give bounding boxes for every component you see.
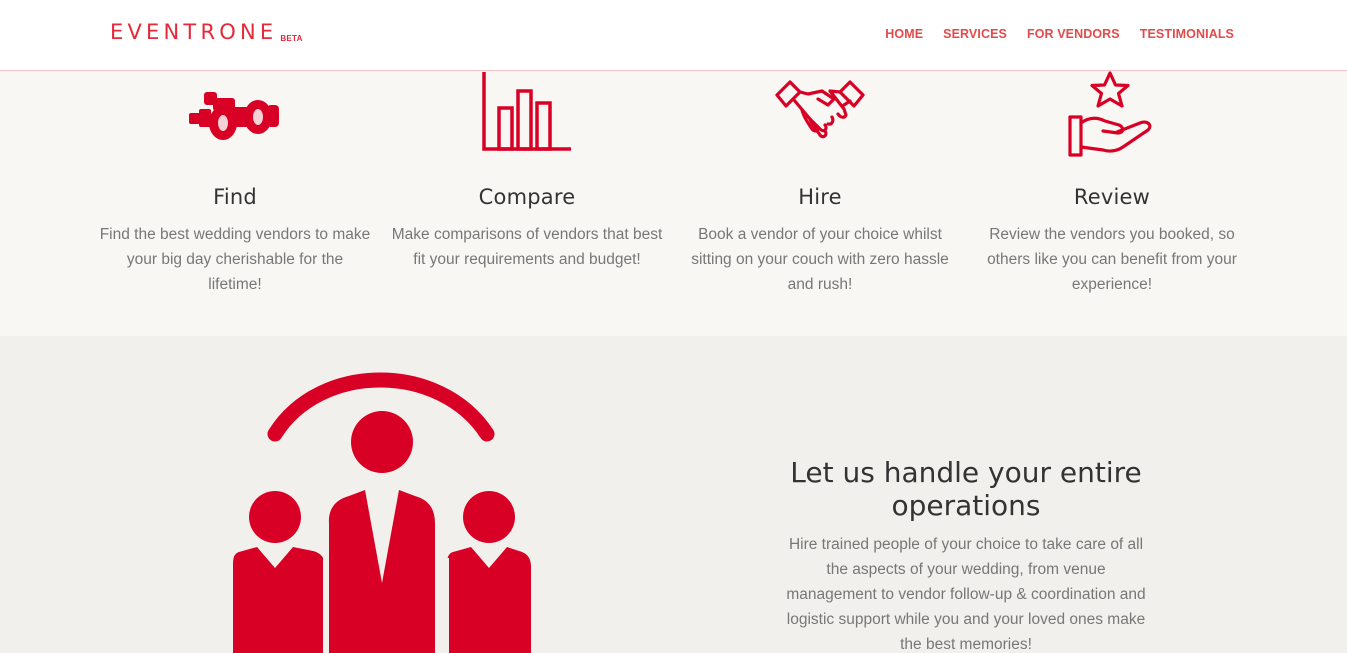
nav-services[interactable]: SERVICES	[943, 27, 1007, 41]
binoculars-icon	[189, 92, 279, 140]
feature-title: Compare	[478, 185, 576, 209]
feature-title: Hire	[798, 185, 842, 209]
operations-title: Let us handle your entire operations	[790, 456, 1142, 522]
feature-description: Review the vendors you booked, so others…	[987, 226, 1237, 293]
site-header: EVENTRONE BETA HOME SERVICES FOR VENDORS…	[0, 0, 1347, 71]
team-icon	[233, 372, 531, 653]
feature-description: Book a vendor of your choice whilst sitt…	[691, 226, 949, 293]
star-hand-icon	[1068, 71, 1152, 157]
nav-home[interactable]: HOME	[885, 27, 923, 41]
logo[interactable]: EVENTRONE BETA	[110, 20, 303, 44]
feature-description: Make comparisons of vendors that best fi…	[391, 226, 663, 268]
feature-title: Review	[1073, 185, 1151, 209]
main-nav: HOME SERVICES FOR VENDORS TESTIMONIALS	[885, 27, 1234, 41]
nav-testimonials[interactable]: TESTIMONIALS	[1140, 27, 1234, 41]
feature-description: Find the best wedding vendors to make yo…	[99, 226, 371, 293]
feature-title: Find	[213, 185, 257, 209]
nav-for-vendors[interactable]: FOR VENDORS	[1027, 27, 1120, 41]
logo-text: EVENTRONE	[110, 20, 278, 44]
operations-section: Let us handle your entire operations Hir…	[0, 336, 1347, 653]
features-section: Find Find the best wedding vendors to ma…	[0, 71, 1347, 336]
operations-description: Hire trained people of your choice to ta…	[786, 536, 1146, 653]
bar-chart-icon	[482, 72, 571, 151]
handshake-icon	[775, 80, 865, 139]
beta-badge: BETA	[280, 34, 303, 43]
